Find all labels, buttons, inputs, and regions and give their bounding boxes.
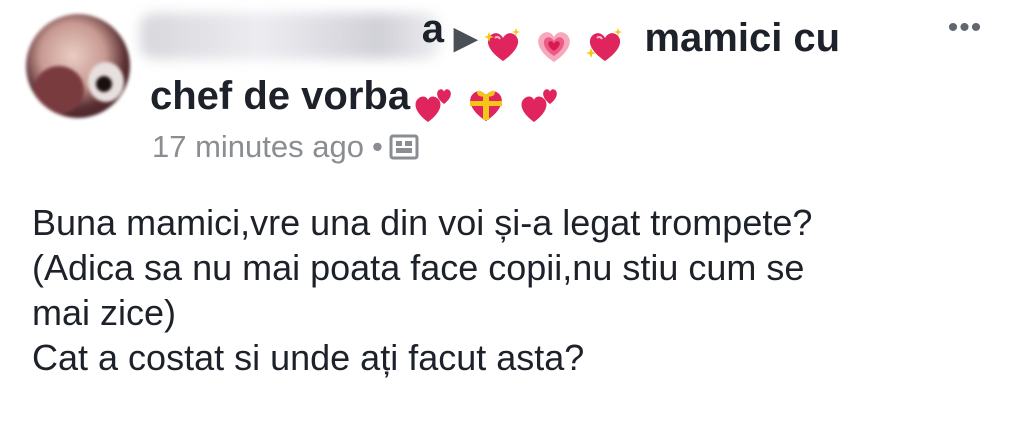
post-text-line: (Adica sa nu mai poata face copii,nu sti… — [32, 247, 805, 288]
group-name-line2[interactable]: chef de vorba — [150, 74, 410, 118]
post-header: a ▶ mamici cu chef de vorba — [140, 7, 910, 128]
emoji-group-after — [412, 76, 560, 128]
redaction-blur — [140, 13, 440, 59]
two-hearts-icon — [521, 89, 558, 123]
two-hearts-icon — [415, 89, 451, 123]
more-options-button[interactable]: ••• — [940, 13, 990, 43]
post-text-line: Cat a costat si unde ați facut asta? — [32, 337, 585, 378]
post-body: Buna mamici,vre una din voi și-a legat t… — [32, 200, 992, 380]
post-text-line: mai zice) — [32, 292, 177, 333]
avatar-shape — [34, 66, 84, 114]
author-avatar[interactable] — [26, 14, 130, 118]
avatar-shape — [96, 76, 112, 92]
sparkling-heart-icon — [484, 28, 521, 62]
group-name-line1[interactable]: mamici cu — [644, 16, 840, 60]
post-meta: 17 minutes ago • — [152, 128, 419, 166]
meta-separator: • — [371, 129, 383, 164]
author-name-visible-text: a — [421, 7, 444, 51]
sparkling-heart-icon — [586, 28, 623, 62]
photo-icon — [389, 134, 419, 160]
author-name[interactable]: a — [140, 7, 448, 59]
heart-with-ribbon-icon — [470, 91, 503, 122]
triangle-right-icon: ▶ — [454, 22, 478, 55]
growing-heart-icon — [538, 32, 570, 63]
post-text-line: Buna mamici,vre una din voi și-a legat t… — [32, 202, 813, 243]
emoji-group-before — [483, 18, 625, 70]
post-timestamp[interactable]: 17 minutes ago — [152, 129, 364, 164]
